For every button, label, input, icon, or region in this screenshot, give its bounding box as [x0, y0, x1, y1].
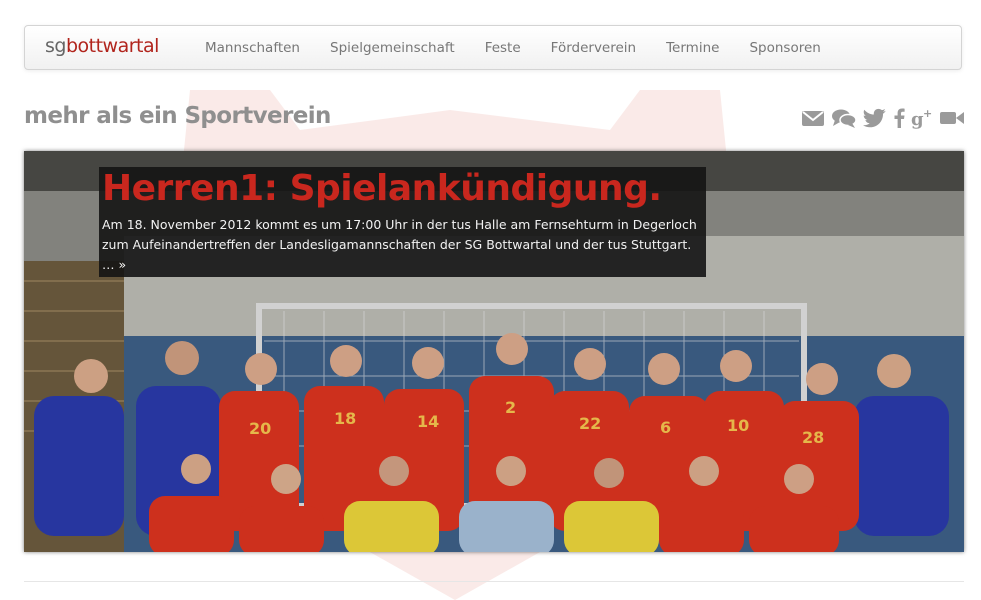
page-tagline: mehr als ein Sportverein: [24, 103, 331, 129]
twitter-icon[interactable]: [863, 107, 887, 129]
nav-item-sponsoren[interactable]: Sponsoren: [734, 26, 835, 71]
nav-item-termine[interactable]: Termine: [651, 26, 734, 71]
read-more-link[interactable]: »: [118, 257, 126, 272]
brand-prefix: sg: [45, 35, 66, 57]
hero-caption: Herren1: Spielankündigung. Am 18. Novemb…: [99, 167, 706, 277]
top-navbar: sgbottwartal Mannschaften Spielgemeinsch…: [24, 25, 962, 70]
svg-text:+: +: [923, 107, 932, 120]
hero-slide[interactable]: 20 18 14 2 22 6 10 28 Herren1: Spielankündig…: [24, 151, 964, 552]
brand-name: bottwartal: [65, 35, 159, 57]
facebook-icon[interactable]: [893, 107, 905, 129]
nav-item-foerderverein[interactable]: Förderverein: [536, 26, 651, 71]
chat-icon[interactable]: [831, 107, 857, 129]
nav-item-feste[interactable]: Feste: [470, 26, 536, 71]
nav-item-mannschaften[interactable]: Mannschaften: [190, 26, 315, 71]
nav-menu: Mannschaften Spielgemeinschaft Feste För…: [190, 26, 836, 71]
divider: [24, 581, 964, 582]
social-icons: g +: [801, 107, 965, 129]
hero-title[interactable]: Herren1: Spielankündigung.: [102, 167, 702, 211]
google-plus-icon[interactable]: g +: [911, 107, 933, 129]
brand-logo[interactable]: sgbottwartal: [45, 35, 159, 57]
hero-text: Am 18. November 2012 kommt es um 17:00 U…: [102, 215, 702, 275]
mail-icon[interactable]: [801, 107, 825, 129]
hero-text-body: Am 18. November 2012 kommt es um 17:00 U…: [102, 217, 697, 272]
video-icon[interactable]: [939, 107, 965, 129]
nav-item-spielgemeinschaft[interactable]: Spielgemeinschaft: [315, 26, 470, 71]
